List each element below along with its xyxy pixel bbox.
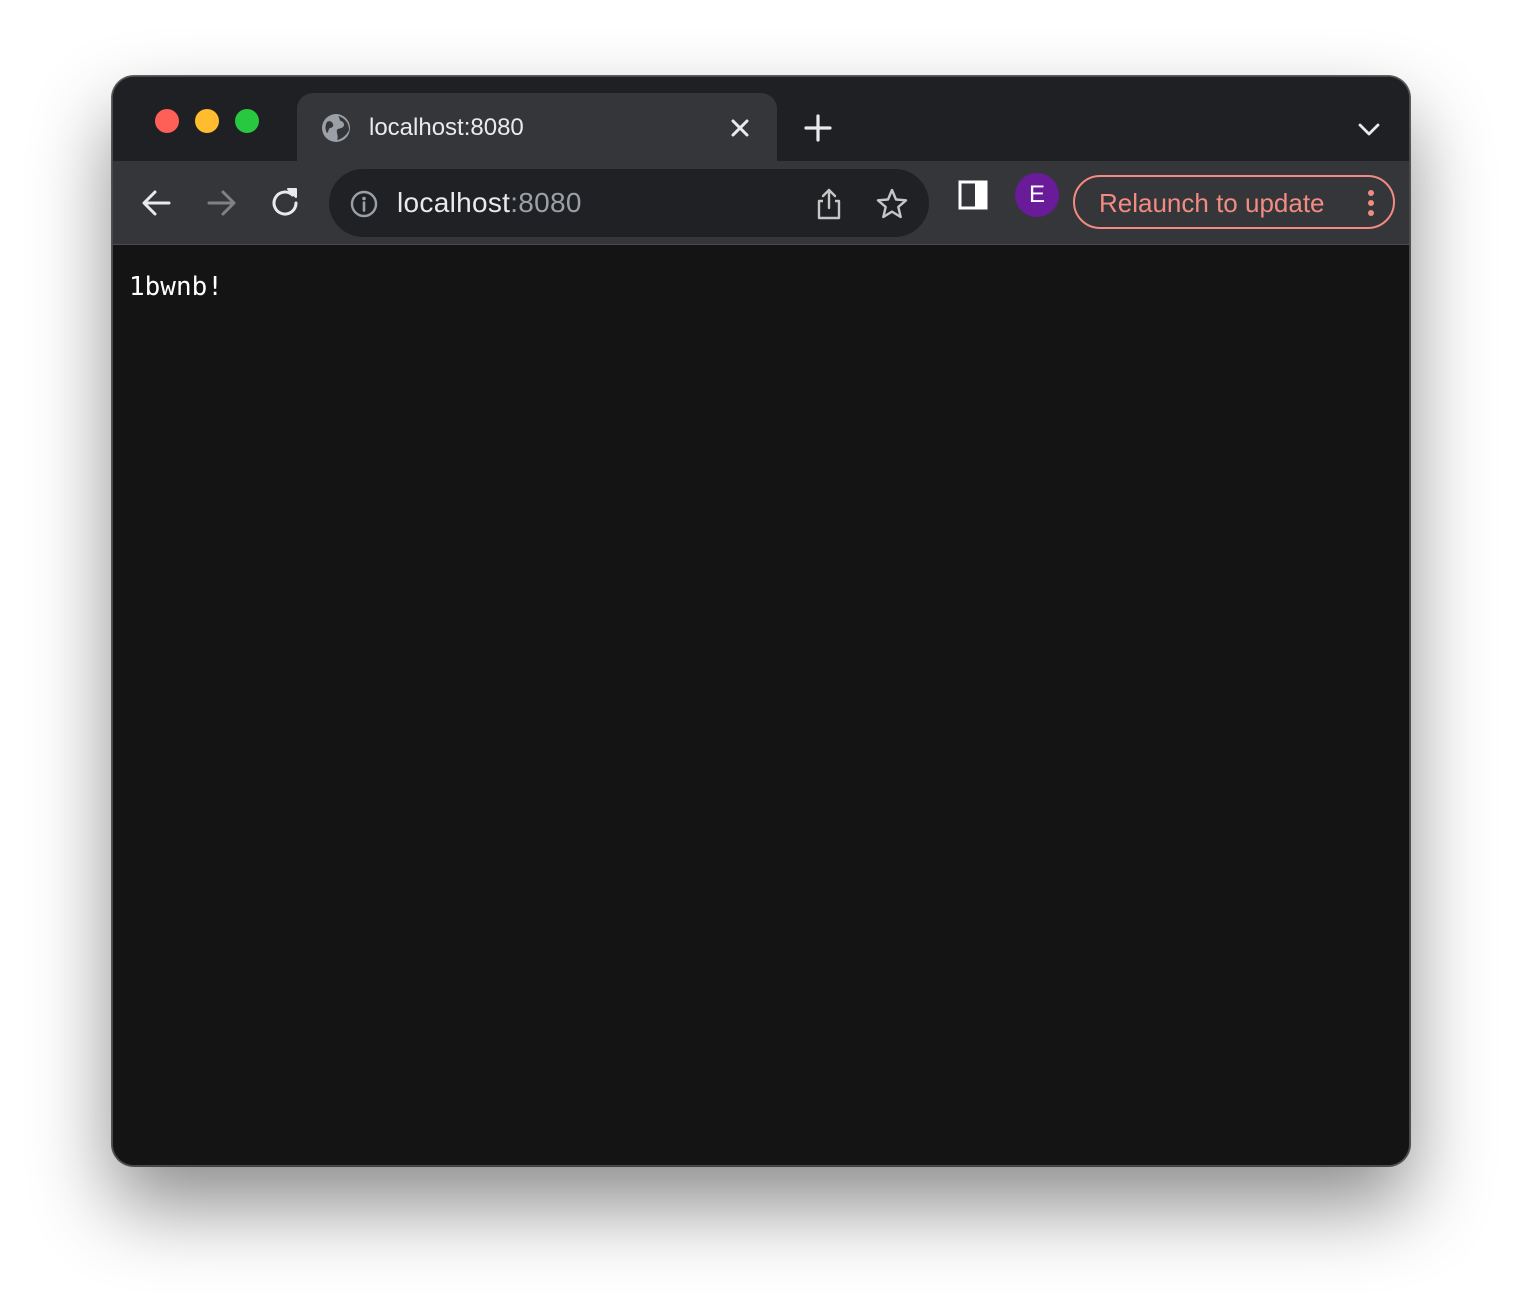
star-icon[interactable]: [875, 187, 909, 221]
tab-strip: localhost:8080: [113, 77, 1409, 161]
tab-title: localhost:8080: [369, 114, 524, 141]
side-panel-icon[interactable]: [957, 179, 989, 211]
close-window-button[interactable]: [155, 109, 179, 133]
tab-localhost[interactable]: localhost:8080: [297, 93, 777, 161]
plus-icon[interactable]: [803, 113, 833, 143]
profile-avatar[interactable]: E: [1015, 173, 1059, 217]
minimize-window-button[interactable]: [195, 109, 219, 133]
globe-icon: [322, 114, 350, 142]
browser-window: localhost:8080 localhost:8080 E Relaunch…: [112, 76, 1410, 1166]
maximize-window-button[interactable]: [235, 109, 259, 133]
page-body-text: 1bwnb!: [129, 272, 223, 302]
info-icon[interactable]: [349, 189, 379, 219]
url-text: localhost:8080: [397, 185, 582, 221]
chevron-down-icon[interactable]: [1357, 117, 1381, 141]
close-icon[interactable]: [729, 117, 751, 139]
relaunch-to-update-button[interactable]: Relaunch to update: [1073, 175, 1395, 229]
reload-icon[interactable]: [267, 185, 303, 221]
url-host: localhost: [397, 187, 511, 218]
page-content: 1bwnb!: [113, 245, 1409, 1165]
arrow-left-icon[interactable]: [139, 185, 175, 221]
relaunch-label: Relaunch to update: [1099, 188, 1325, 218]
share-icon[interactable]: [813, 187, 845, 221]
url-port: :8080: [510, 187, 582, 218]
more-vertical-icon[interactable]: [1367, 189, 1375, 217]
address-bar[interactable]: localhost:8080: [329, 169, 929, 237]
arrow-right-icon[interactable]: [203, 185, 239, 221]
